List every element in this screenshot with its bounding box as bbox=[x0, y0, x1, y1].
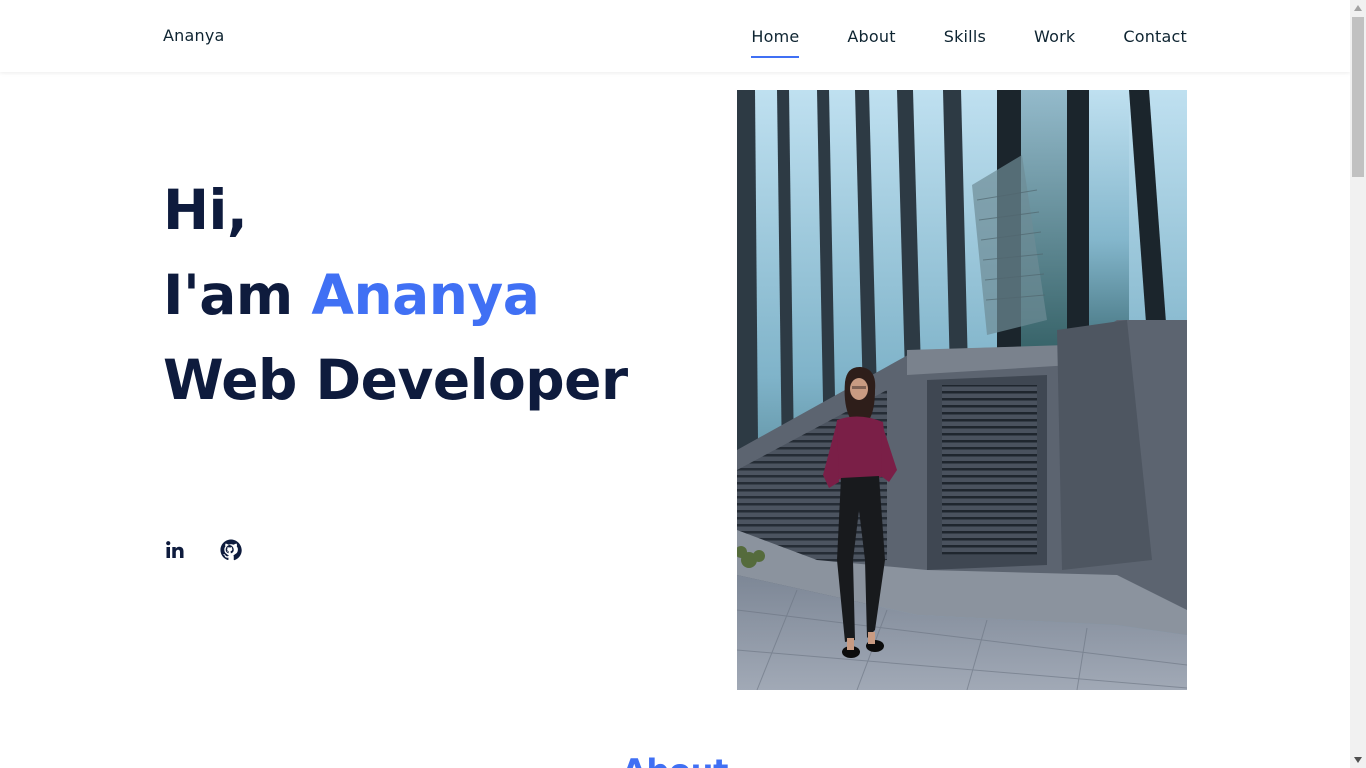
about-section-title: About bbox=[0, 752, 1350, 768]
hero-name: Ananya bbox=[311, 263, 540, 327]
linkedin-icon bbox=[166, 541, 184, 558]
hero-role: Web Developer bbox=[163, 348, 628, 412]
nav-item-skills[interactable]: Skills bbox=[944, 27, 986, 46]
hero-heading: Hi, I'am Ananya Web Developer bbox=[163, 168, 628, 423]
page-scrollbar[interactable] bbox=[1350, 0, 1366, 768]
hero-greeting: Hi, bbox=[163, 178, 248, 242]
site-header: Ananya Home About Skills Work Contact bbox=[0, 0, 1350, 72]
nav-item-home[interactable]: Home bbox=[751, 27, 800, 58]
hero-intro-prefix: I'am bbox=[163, 263, 312, 327]
social-links bbox=[163, 538, 275, 562]
logo-link[interactable]: Ananya bbox=[163, 26, 225, 45]
nav-item-work[interactable]: Work bbox=[1034, 27, 1075, 46]
portfolio-page: Ananya Home About Skills Work Contact Hi… bbox=[0, 0, 1350, 768]
github-link[interactable] bbox=[219, 538, 243, 562]
nav-item-about[interactable]: About bbox=[847, 27, 895, 46]
nav-item-contact[interactable]: Contact bbox=[1123, 27, 1187, 46]
scroll-down-arrow-icon[interactable] bbox=[1350, 752, 1366, 768]
portrait-photo-illustration bbox=[737, 90, 1187, 690]
linkedin-link[interactable] bbox=[163, 538, 187, 562]
hero-intro: I'am Ananya bbox=[163, 253, 628, 338]
main-nav: Home About Skills Work Contact bbox=[703, 0, 1187, 72]
github-icon bbox=[220, 539, 242, 561]
scrollbar-thumb[interactable] bbox=[1352, 17, 1364, 177]
portrait-photo bbox=[737, 90, 1187, 690]
scroll-up-arrow-icon[interactable] bbox=[1350, 0, 1366, 16]
